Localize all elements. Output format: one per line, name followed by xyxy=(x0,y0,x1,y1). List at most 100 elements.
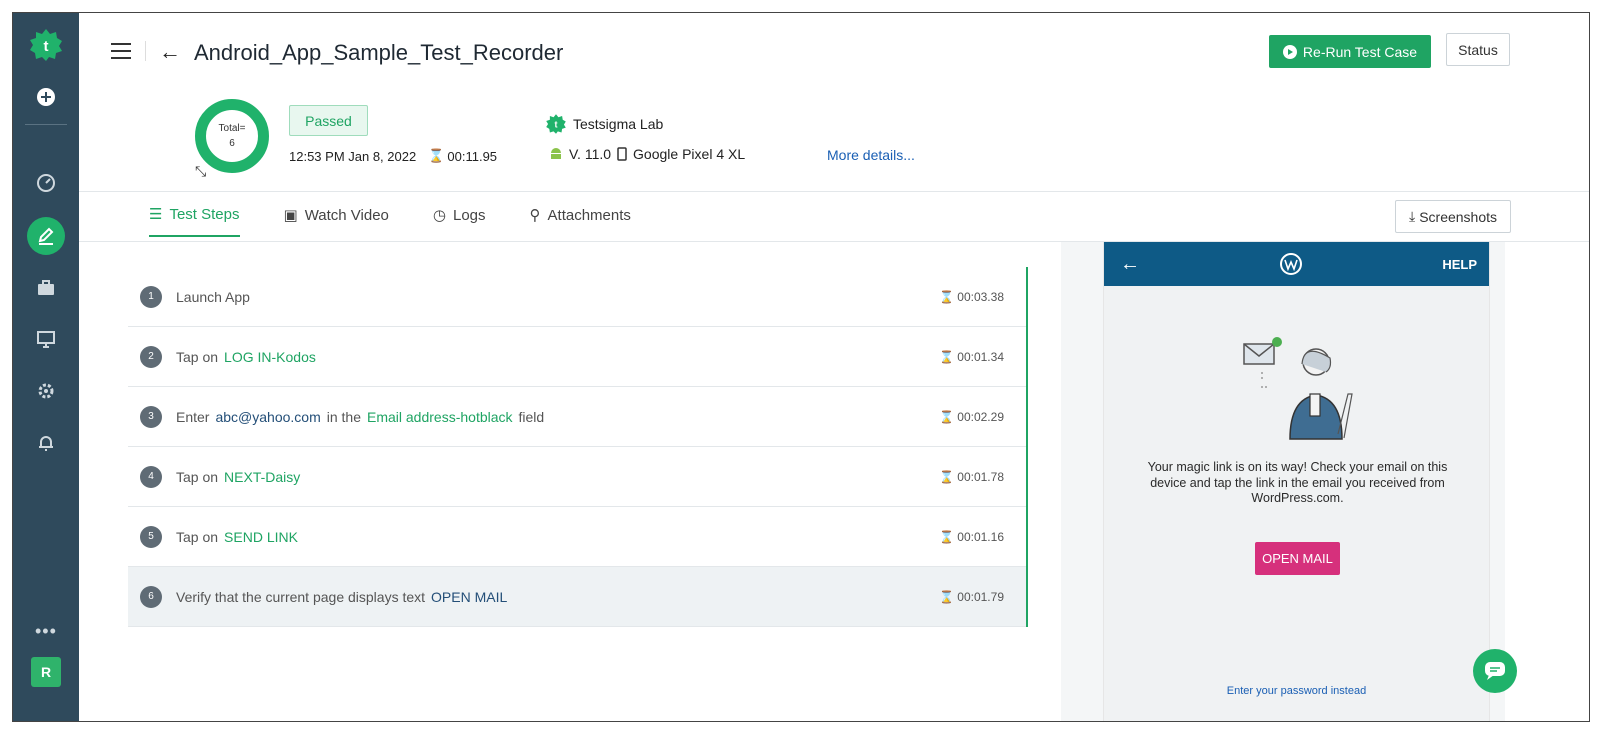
add-icon[interactable] xyxy=(26,77,66,117)
hourglass-icon: ⌛ xyxy=(939,289,958,304)
step-text-part: Launch App xyxy=(176,288,250,305)
step-element-ref: Email address-hotblack xyxy=(367,408,513,425)
step-text-part: Tap on xyxy=(176,468,219,485)
hourglass-icon: ⌛ xyxy=(428,148,445,163)
tab-label: Watch Video xyxy=(304,206,389,224)
more-icon[interactable]: ••• xyxy=(35,621,57,642)
play-icon xyxy=(1282,44,1297,59)
tab-label: Test Steps xyxy=(169,205,240,223)
more-details-link[interactable]: More details... xyxy=(827,147,915,163)
phone-help-link[interactable]: HELP xyxy=(1442,257,1477,272)
run-info: 12:53 PM Jan 8, 2022 ⌛ 00:11.95 xyxy=(289,148,497,164)
test-steps-list: 1 Launch App ⌛ 00:03.38 2 Tap on LOG IN-Kodos… xyxy=(128,267,1028,627)
hourglass-icon: ⌛ xyxy=(939,469,958,484)
step-duration: ⌛ 00:01.78 xyxy=(939,470,1004,484)
step-duration-value: 00:01.16 xyxy=(957,529,1004,544)
header-separator xyxy=(145,41,146,61)
step-element-ref: SEND LINK xyxy=(224,528,298,545)
step-text-part: in the xyxy=(326,408,361,425)
step-text-part: Tap on xyxy=(176,528,219,545)
hourglass-icon: ⌛ xyxy=(939,529,958,544)
test-step-row[interactable]: 5 Tap on SEND LINK ⌛ 00:01.16 xyxy=(128,507,1026,567)
main-area: ← Android_App_Sample_Test_Recorder Re-Ru… xyxy=(79,13,1589,721)
step-description: Verify that the current page displays te… xyxy=(176,589,507,605)
settings-gear-icon[interactable] xyxy=(26,371,66,411)
user-avatar[interactable]: R xyxy=(31,657,61,687)
tab-logs[interactable]: ◷ Logs xyxy=(433,205,486,237)
step-number: 4 xyxy=(140,465,162,488)
step-duration-value: 00:02.29 xyxy=(957,409,1004,424)
monitor-icon[interactable] xyxy=(26,319,66,359)
step-duration: ⌛ 00:02.29 xyxy=(939,410,1004,424)
total-value: 6 xyxy=(229,138,235,149)
step-duration-value: 00:01.79 xyxy=(957,589,1004,604)
chat-support-button[interactable] xyxy=(1473,649,1517,693)
hourglass-icon: ⌛ xyxy=(939,409,958,424)
step-text-part: Tap on xyxy=(176,348,219,365)
rerun-label: Re-Run Test Case xyxy=(1302,43,1418,60)
step-duration: ⌛ 00:01.34 xyxy=(939,350,1004,364)
status-button[interactable]: Status xyxy=(1446,33,1510,66)
step-duration-value: 00:03.38 xyxy=(957,289,1004,304)
briefcase-icon[interactable] xyxy=(26,268,66,308)
step-element-ref: NEXT-Daisy xyxy=(224,468,301,485)
hamburger-menu-icon[interactable] xyxy=(111,43,131,59)
enter-password-link[interactable]: Enter your password instead xyxy=(1104,685,1489,697)
step-element-ref: LOG IN-Kodos xyxy=(224,348,316,365)
test-step-row[interactable]: 1 Launch App ⌛ 00:03.38 xyxy=(128,267,1026,327)
test-step-row[interactable]: 4 Tap on NEXT-Daisy ⌛ 00:01.78 xyxy=(128,447,1026,507)
step-duration-value: 00:01.78 xyxy=(957,469,1004,484)
tab-attachments[interactable]: ⚲ Attachments xyxy=(530,205,631,237)
svg-text:t: t xyxy=(554,120,557,130)
magic-link-illustration-icon xyxy=(1243,337,1353,440)
rerun-test-case-button[interactable]: Re-Run Test Case xyxy=(1269,35,1431,68)
clock-icon: ◷ xyxy=(432,207,446,224)
device-info: V. 11.0 Google Pixel 4 XL xyxy=(549,146,745,162)
os-version: V. 11.0 xyxy=(569,146,612,162)
open-mail-button[interactable]: OPEN MAIL xyxy=(1255,542,1340,575)
test-step-row[interactable]: 2 Tap on LOG IN-Kodos ⌛ 00:01.34 xyxy=(128,327,1026,387)
phone-icon xyxy=(617,147,627,161)
magic-link-message: Your magic link is on its way! Check you… xyxy=(1147,460,1448,506)
lab-info: t Testsigma Lab xyxy=(545,113,663,135)
step-description: Launch App xyxy=(176,289,250,305)
test-development-icon[interactable] xyxy=(27,217,65,255)
tab-test-steps[interactable]: ☰ Test Steps xyxy=(149,205,240,237)
svg-text:t: t xyxy=(44,38,49,55)
app-frame: t ••• R ← Android_App_Sample_Test_Record… xyxy=(12,12,1590,722)
hourglass-icon: ⌛ xyxy=(939,349,958,364)
screenshots-button[interactable]: ⤓ Screenshots xyxy=(1395,200,1511,233)
test-step-row[interactable]: 3 Enter abc@yahoo.com in the Email address-h… xyxy=(128,387,1026,447)
phone-back-arrow-icon[interactable]: ← xyxy=(1120,253,1140,276)
total-label: Total= xyxy=(218,123,246,134)
expand-icon[interactable]: ⤡ xyxy=(195,163,206,180)
sidebar: t ••• R xyxy=(13,13,79,721)
testsigma-logo-icon[interactable]: t xyxy=(26,25,66,65)
lab-name: Testsigma Lab xyxy=(573,116,664,132)
download-icon: ⤓ xyxy=(1408,208,1416,224)
step-text-part: field xyxy=(518,408,545,425)
phone-app-bar: ← HELP xyxy=(1104,242,1489,286)
step-description: Tap on LOG IN-Kodos xyxy=(176,349,316,365)
run-datetime: 12:53 PM Jan 8, 2022 xyxy=(289,148,417,164)
hourglass-icon: ⌛ xyxy=(939,589,958,604)
run-duration: 00:11.95 xyxy=(447,148,498,164)
result-status-badge: Passed xyxy=(289,105,368,136)
step-description: Tap on NEXT-Daisy xyxy=(176,469,300,485)
screenshots-label: Screenshots xyxy=(1419,208,1498,225)
dashboard-icon[interactable] xyxy=(26,163,66,203)
paperclip-icon: ⚲ xyxy=(529,207,541,224)
step-element-ref: abc@yahoo.com xyxy=(215,408,321,425)
bell-icon[interactable] xyxy=(26,423,66,463)
step-number: 1 xyxy=(140,285,162,308)
back-arrow-icon[interactable]: ← xyxy=(159,39,181,65)
header-divider xyxy=(79,191,1589,192)
test-step-row[interactable]: 6 Verify that the current page displays t… xyxy=(128,567,1026,627)
tab-label: Attachments xyxy=(547,206,631,224)
step-text-part: Enter xyxy=(176,408,210,425)
sidebar-divider xyxy=(25,124,67,125)
tab-watch-video[interactable]: ▣ Watch Video xyxy=(284,205,389,237)
step-number: 2 xyxy=(140,345,162,368)
tab-bar: ☰ Test Steps ▣ Watch Video ◷ Logs ⚲ Atta… xyxy=(149,205,631,237)
step-description: Tap on SEND LINK xyxy=(176,529,298,545)
